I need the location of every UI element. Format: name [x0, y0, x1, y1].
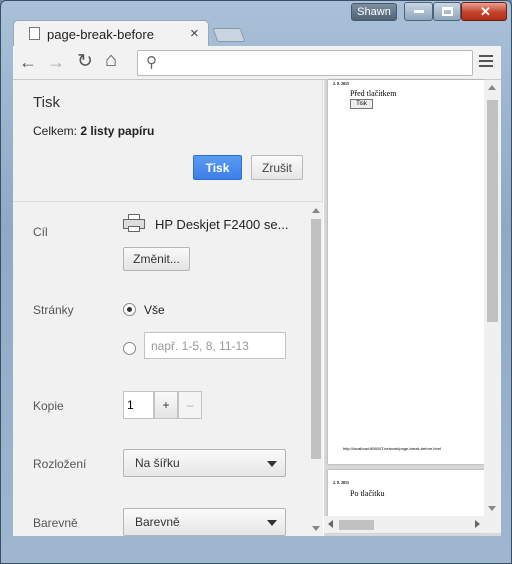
maximize-button[interactable] — [433, 2, 461, 21]
cancel-button[interactable]: Zrušit — [251, 155, 303, 180]
page-footer-url: http://localhost:8080/IT.network/page-br… — [343, 446, 441, 451]
print-header: Tisk Celkem: 2 listy papíru Tisk Zrušit — [13, 80, 323, 202]
page-text-after: Po tlačítku — [350, 489, 385, 498]
back-icon[interactable]: ← — [19, 52, 37, 73]
sheet-count-value: 2 listy papíru — [80, 124, 155, 138]
scroll-left-arrow-icon[interactable] — [328, 520, 333, 528]
preview-page-1: 2. 8. 2015 Před tlačítkem Tisk http://lo… — [328, 80, 484, 464]
scroll-up-arrow-icon[interactable] — [488, 85, 496, 90]
layout-label: Rozložení — [33, 457, 87, 471]
close-window-button[interactable]: ✕ — [461, 2, 507, 21]
dropdown-arrow-icon — [267, 461, 277, 467]
color-select[interactable]: Barevně — [123, 508, 286, 536]
user-profile-badge[interactable]: Shawn — [351, 3, 397, 21]
scroll-up-arrow-icon[interactable] — [312, 208, 320, 213]
tab-close-icon[interactable]: × — [190, 25, 199, 42]
copies-increment-button[interactable]: + — [154, 391, 178, 419]
printer-icon — [123, 214, 145, 232]
preview-hscroll-thumb[interactable] — [339, 520, 374, 530]
menu-icon[interactable] — [479, 55, 493, 70]
browser-window: Shawn ✕ page-break-before × ← → ↻ ⌂ ⚲ Ti… — [0, 0, 512, 564]
page-print-button: Tisk — [350, 99, 373, 109]
print-title: Tisk — [33, 94, 60, 111]
browser-tab[interactable]: page-break-before × — [13, 20, 209, 47]
omnibox[interactable]: ⚲ — [137, 50, 473, 76]
scroll-down-arrow-icon[interactable] — [488, 506, 496, 511]
color-label: Barevně — [33, 516, 78, 530]
layout-select[interactable]: Na šířku — [123, 449, 286, 477]
scroll-down-arrow-icon[interactable] — [312, 526, 320, 531]
pages-all-label: Vše — [144, 303, 165, 317]
copies-decrement-button[interactable]: – — [178, 391, 202, 419]
settings-scrollbar[interactable] — [309, 203, 323, 536]
pages-range-input[interactable] — [144, 332, 286, 359]
omnibox-input[interactable] — [166, 54, 466, 72]
new-tab-button[interactable] — [212, 28, 246, 42]
minimize-button[interactable] — [404, 2, 433, 21]
preview-vscroll-thumb[interactable] — [487, 100, 498, 322]
pages-all-radio[interactable] — [123, 303, 136, 316]
print-settings-pane: Tisk Celkem: 2 listy papíru Tisk Zrušit … — [13, 80, 323, 536]
printer-name: HP Deskjet F2400 se... — [155, 217, 289, 232]
toolbar: ← → ↻ ⌂ ⚲ — [13, 46, 501, 80]
forward-icon[interactable]: → — [47, 52, 65, 73]
scrollbar-corner — [484, 516, 501, 533]
page-text-before: Před tlačítkem — [350, 89, 397, 98]
scroll-right-arrow-icon[interactable] — [475, 520, 480, 528]
maximize-icon — [442, 7, 453, 16]
copies-label: Kopie — [33, 399, 64, 413]
preview-horizontal-scrollbar[interactable] — [324, 516, 484, 533]
tab-title: page-break-before — [47, 27, 154, 42]
sheet-count: Celkem: 2 listy papíru — [33, 124, 154, 138]
change-destination-button[interactable]: Změnit... — [123, 247, 190, 271]
page-header-date: 2. 8. 2015 — [333, 81, 349, 86]
preview-vertical-scrollbar[interactable] — [484, 80, 501, 516]
sheet-count-label: Celkem: — [33, 124, 78, 138]
print-preview-dialog: Tisk Celkem: 2 listy papíru Tisk Zrušit … — [13, 80, 501, 536]
pages-label: Stránky — [33, 303, 74, 317]
print-preview-pane: 2. 8. 2015 Před tlačítkem Tisk http://lo… — [324, 80, 501, 536]
home-icon[interactable]: ⌂ — [105, 49, 117, 72]
layout-value: Na šířku — [135, 456, 180, 470]
minimize-icon — [414, 10, 424, 13]
print-button[interactable]: Tisk — [193, 155, 242, 180]
dropdown-arrow-icon — [267, 520, 277, 526]
document-icon — [29, 27, 40, 40]
pages-custom-radio[interactable] — [123, 342, 136, 355]
reload-icon[interactable]: ↻ — [77, 50, 93, 73]
page-header-date: 2. 8. 2015 — [333, 480, 349, 485]
destination-label: Cíl — [33, 225, 48, 239]
settings-list: Cíl HP Deskjet F2400 se... Změnit... Str… — [13, 203, 309, 536]
search-icon: ⚲ — [146, 54, 157, 71]
color-value: Barevně — [135, 515, 180, 529]
copies-input[interactable] — [123, 391, 154, 419]
close-icon: ✕ — [480, 4, 491, 19]
settings-scroll-thumb[interactable] — [311, 219, 321, 459]
